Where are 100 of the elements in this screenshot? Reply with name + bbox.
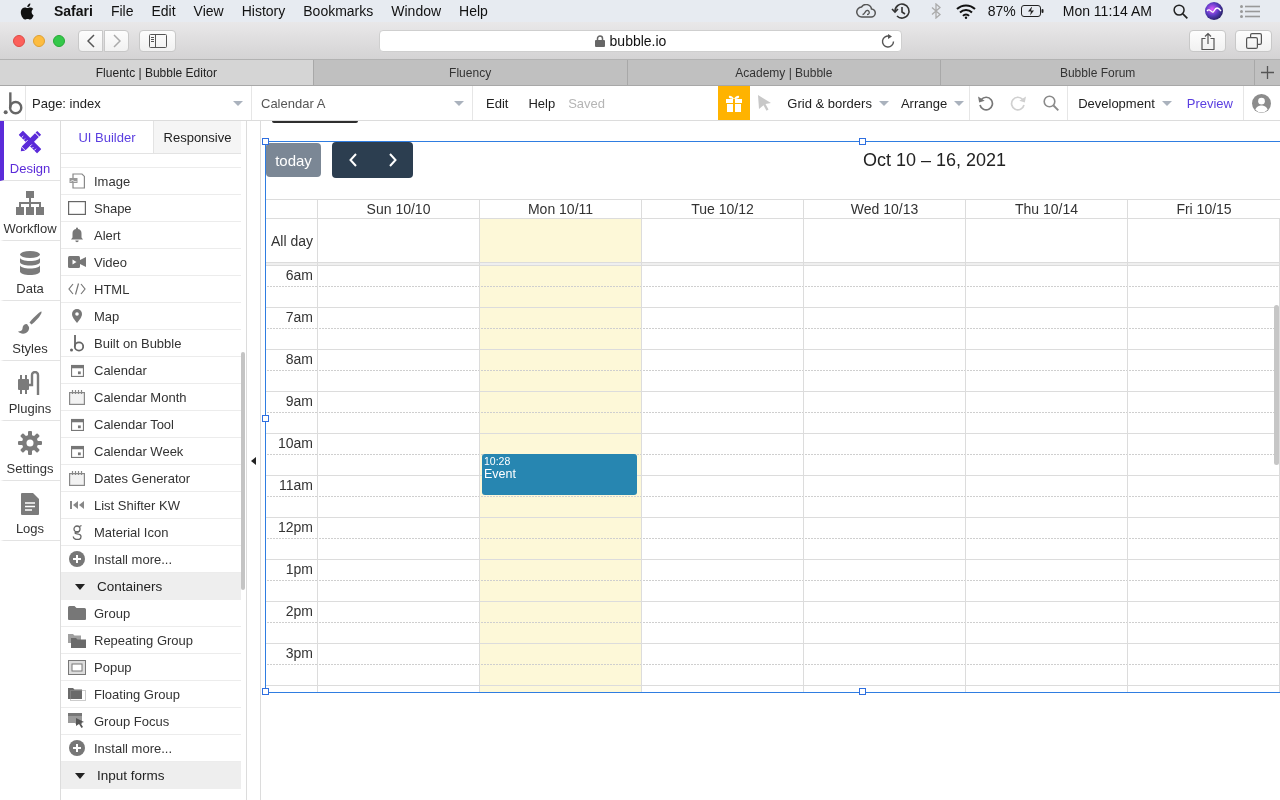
menu-button[interactable]: Help xyxy=(528,95,556,111)
scrollbar-thumb[interactable] xyxy=(1274,305,1279,465)
element-item[interactable]: Video xyxy=(61,249,241,276)
menu-item[interactable]: View xyxy=(193,3,224,19)
section-header[interactable]: Input forms xyxy=(61,762,241,789)
save-status: Saved xyxy=(568,95,606,111)
menu-item[interactable]: Edit xyxy=(151,3,176,19)
panel-tab[interactable]: Responsive xyxy=(153,121,241,153)
caret-icon[interactable] xyxy=(251,456,256,465)
preview-link[interactable]: Preview xyxy=(1186,95,1233,111)
time-label: 1pm xyxy=(285,561,313,577)
arrange-dropdown[interactable]: Arrange xyxy=(900,95,965,111)
element-item[interactable]: Calendar Month xyxy=(61,384,241,411)
logo-icon[interactable] xyxy=(2,91,23,115)
calendar-icon xyxy=(70,363,84,377)
caret-icon xyxy=(954,100,965,106)
calendar-event[interactable]: 10:28 Event xyxy=(482,453,637,495)
element-item[interactable]: Shape xyxy=(61,195,241,222)
scrollbar-thumb[interactable] xyxy=(241,352,245,590)
event-time: 10:28 xyxy=(484,454,511,467)
previous-button[interactable] xyxy=(332,142,373,178)
user-icon[interactable] xyxy=(1252,93,1271,113)
element-item[interactable]: Alert xyxy=(61,222,241,249)
calendar-icon xyxy=(69,389,85,405)
window-icon xyxy=(68,659,86,675)
menu-item[interactable]: Bookmarks xyxy=(303,3,374,19)
battery-percentage: 87% xyxy=(987,3,1016,19)
apple-icon[interactable] xyxy=(20,2,34,20)
search-icon[interactable] xyxy=(1173,3,1188,19)
settings-icon xyxy=(18,431,42,455)
time-label: 7am xyxy=(285,309,313,325)
share-button[interactable] xyxy=(1189,29,1226,52)
day-header: Fri 10/15 xyxy=(1175,200,1233,218)
element-item[interactable]: Repeating Group xyxy=(61,627,241,654)
mode-dropdown[interactable]: Development xyxy=(1078,95,1172,111)
element-item[interactable]: Calendar xyxy=(61,357,241,384)
resize-handle-icon[interactable] xyxy=(262,138,269,145)
address-field[interactable]: bubble.io xyxy=(379,29,902,52)
document-icon xyxy=(21,493,39,515)
brush-icon xyxy=(18,311,42,335)
element-item[interactable]: HTML xyxy=(61,276,241,303)
resize-handle-icon[interactable] xyxy=(859,138,866,145)
element-item[interactable]: Group Focus xyxy=(61,708,241,735)
calendar-title: Oct 10 – 16, 2021 xyxy=(862,150,1007,170)
caret-icon xyxy=(233,100,243,106)
menu-item[interactable]: File xyxy=(110,3,134,19)
clock-text[interactable]: Mon 11:14 AM xyxy=(1062,3,1152,19)
element-item[interactable]: Calendar Tool xyxy=(61,411,241,438)
today-button[interactable]: today xyxy=(266,143,321,177)
menu-item[interactable]: History xyxy=(241,3,286,19)
database-icon xyxy=(20,251,40,275)
org-chart-icon xyxy=(16,191,44,215)
element-item[interactable]: Image xyxy=(61,168,241,195)
tabs-icon xyxy=(1245,32,1262,49)
wifi-icon[interactable] xyxy=(955,3,976,19)
element-item[interactable]: Popup xyxy=(61,654,241,681)
menu-item[interactable]: Window xyxy=(391,3,442,19)
image-icon xyxy=(69,173,85,189)
time-label: 12pm xyxy=(277,519,313,535)
app-menu[interactable]: Safari xyxy=(54,3,93,19)
close-button[interactable] xyxy=(13,34,25,47)
nav-tab[interactable]: Design xyxy=(0,121,60,181)
chevron-right-icon xyxy=(112,33,121,48)
back-button[interactable] xyxy=(78,29,103,52)
resize-handle-icon[interactable] xyxy=(262,688,269,695)
folders-icon xyxy=(68,632,86,648)
element-item[interactable]: Dates Generator xyxy=(61,465,241,492)
folder-icon xyxy=(68,606,86,620)
menu-button[interactable]: Edit xyxy=(486,95,509,111)
chevron-right-icon xyxy=(389,153,397,167)
sidebar-icon xyxy=(148,33,167,48)
menu-item[interactable]: Help xyxy=(459,3,488,19)
page-dropdown[interactable]: Page: index xyxy=(26,86,252,120)
resize-handle-icon[interactable] xyxy=(262,415,269,422)
undo-icon[interactable] xyxy=(978,95,995,111)
list-icon[interactable] xyxy=(1240,4,1260,18)
tabs-button[interactable] xyxy=(1235,29,1272,52)
element-dropdown[interactable]: Calendar A xyxy=(252,86,473,120)
grid-borders-dropdown[interactable]: Grid & borders xyxy=(787,95,889,111)
element-item[interactable]: Floating Group xyxy=(61,681,241,708)
next-button[interactable] xyxy=(373,142,413,178)
calendar-icon xyxy=(70,444,84,458)
battery-icon[interactable] xyxy=(1020,5,1044,17)
element-item[interactable]: Group xyxy=(61,600,241,627)
element-item[interactable]: Calendar Week xyxy=(61,438,241,465)
day-header: Tue 10/12 xyxy=(642,200,804,218)
clock-icon[interactable] xyxy=(890,2,911,20)
element-item[interactable]: Built on Bubble xyxy=(61,330,241,357)
browser-tab[interactable]: Fluentc | Bubble Editor xyxy=(0,60,314,85)
resize-handle-icon[interactable] xyxy=(859,688,866,695)
orb-icon[interactable] xyxy=(1205,2,1223,20)
element-item[interactable]: Map xyxy=(61,303,241,330)
logo-icon xyxy=(70,334,84,352)
reload-icon[interactable] xyxy=(881,33,895,48)
plus-icon xyxy=(1261,66,1274,79)
cloud-icon[interactable] xyxy=(855,4,876,18)
square-icon xyxy=(68,201,86,215)
section-header[interactable]: Containers xyxy=(61,573,241,600)
sidebar-button[interactable] xyxy=(139,29,176,52)
calendar-element[interactable]: today Oct 10 – 16, 2021 Sun 10/10 Mon 10/11 Tue 10/12 Wed 10/13 Thu 10/14 Fri 10/15 All day 6am 7am 8am 9am 10am 11am 12pm 1pm 2pm 3pm 10:28 Event xyxy=(265,141,1280,693)
